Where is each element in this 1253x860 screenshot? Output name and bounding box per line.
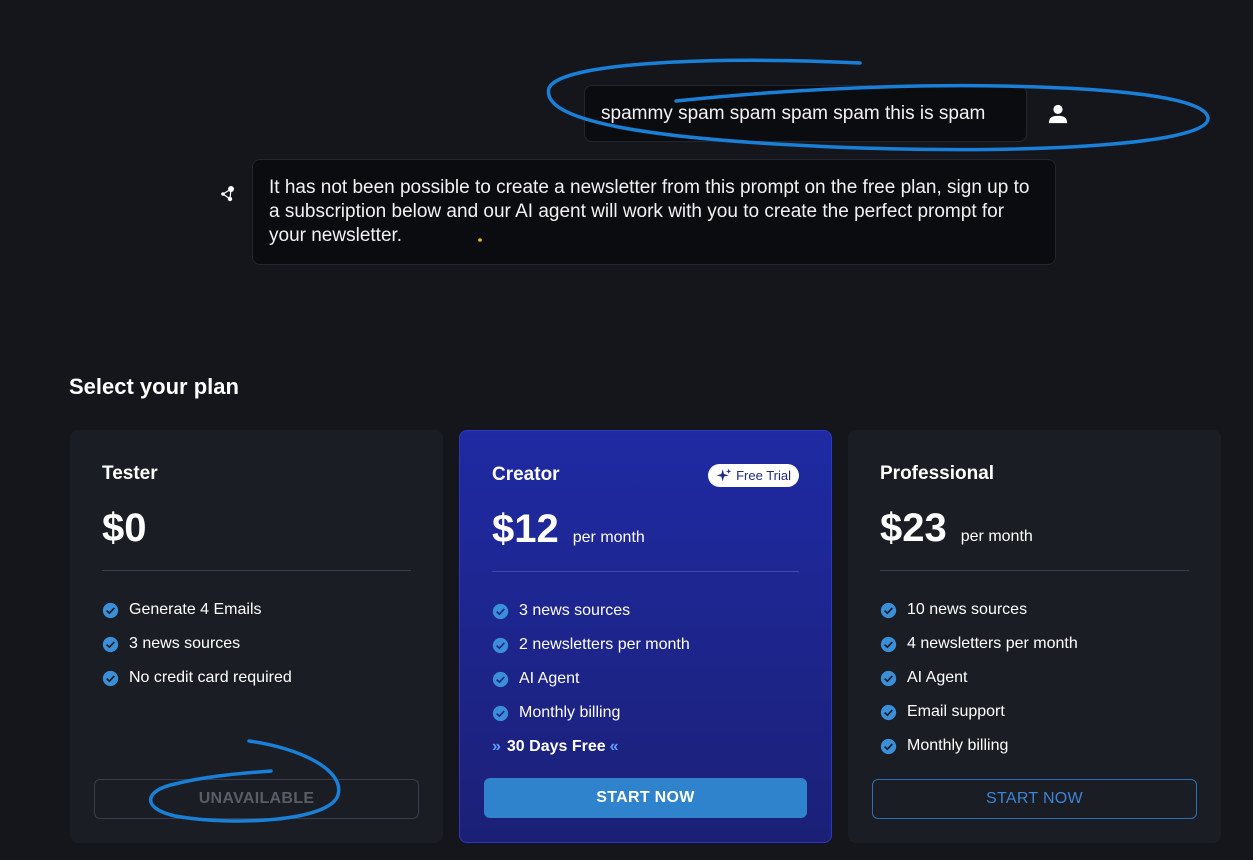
feature-item: 4 newsletters per month bbox=[880, 627, 1189, 661]
feature-item: 10 news sources bbox=[880, 593, 1189, 627]
price-row: $12 per month bbox=[492, 507, 799, 559]
feature-item: Generate 4 Emails bbox=[102, 593, 411, 627]
feature-item: 2 newsletters per month bbox=[492, 628, 799, 662]
price-row: $0 bbox=[102, 506, 411, 558]
bot-message-text: It has not been possible to create a new… bbox=[269, 177, 1030, 246]
feature-text: 3 news sources bbox=[519, 602, 631, 619]
badge-text: Free Trial bbox=[736, 468, 791, 483]
check-circle-icon bbox=[492, 671, 509, 687]
chevron-double-left-icon: « bbox=[609, 738, 619, 755]
feature-text: 4 newsletters per month bbox=[907, 635, 1078, 652]
plan-period: per month bbox=[960, 528, 1033, 545]
feature-item: Email support bbox=[880, 695, 1189, 729]
check-circle-icon bbox=[880, 704, 897, 720]
free-trial-badge: Free Trial bbox=[708, 464, 799, 487]
feature-item: AI Agent bbox=[492, 662, 799, 696]
feature-text: AI Agent bbox=[907, 669, 968, 686]
unavailable-button[interactable]: UNAVAILABLE bbox=[94, 779, 419, 819]
check-circle-icon bbox=[102, 670, 119, 686]
feature-text: Monthly billing bbox=[519, 704, 621, 721]
plan-period: per month bbox=[572, 529, 645, 546]
feature-item: 3 news sources bbox=[102, 627, 411, 661]
check-circle-icon bbox=[492, 637, 509, 653]
feature-item: 3 news sources bbox=[492, 594, 799, 628]
feature-item: Monthly billing bbox=[880, 729, 1189, 763]
plan-name: Tester bbox=[102, 463, 158, 484]
price-row: $23 per month bbox=[880, 506, 1189, 558]
feature-text: 2 newsletters per month bbox=[519, 636, 690, 653]
feature-text: Email support bbox=[907, 703, 1005, 720]
check-circle-icon bbox=[492, 603, 509, 619]
bot-message: It has not been possible to create a new… bbox=[252, 159, 1056, 265]
user-message-text: spammy spam spam spam spam this is spam bbox=[601, 102, 986, 124]
plan-price: $0 bbox=[102, 506, 147, 550]
feature-text: Monthly billing bbox=[907, 737, 1009, 754]
section-title: Select your plan bbox=[69, 374, 239, 399]
feature-list: Generate 4 Emails 3 news sources No cred… bbox=[102, 593, 411, 695]
check-circle-icon bbox=[880, 636, 897, 652]
divider bbox=[492, 571, 799, 572]
feature-list: 10 news sources 4 newsletters per month … bbox=[880, 593, 1189, 763]
feature-text: No credit card required bbox=[129, 669, 292, 686]
ai-nodes-icon bbox=[216, 182, 240, 206]
check-circle-icon bbox=[880, 602, 897, 618]
check-circle-icon bbox=[880, 670, 897, 686]
start-now-button-creator[interactable]: START NOW bbox=[484, 778, 807, 818]
check-circle-icon bbox=[102, 602, 119, 618]
plan-price: $12 bbox=[492, 507, 559, 551]
check-circle-icon bbox=[492, 705, 509, 721]
feature-item: No credit card required bbox=[102, 661, 411, 695]
plan-name: Professional bbox=[880, 463, 995, 484]
feature-text: Generate 4 Emails bbox=[129, 601, 262, 618]
feature-item: AI Agent bbox=[880, 661, 1189, 695]
feature-text: 3 news sources bbox=[129, 635, 241, 652]
page: spammy spam spam spam spam this is spam … bbox=[0, 0, 1253, 860]
check-circle-icon bbox=[880, 738, 897, 754]
plan-price: $23 bbox=[880, 506, 947, 550]
sparkle-icon bbox=[716, 468, 732, 481]
feature-list: 3 news sources 2 newsletters per month A… bbox=[492, 594, 799, 764]
user-message: spammy spam spam spam spam this is spam bbox=[584, 85, 1027, 142]
plan-card-creator: Creator Free Trial $12 per month 3 news … bbox=[459, 430, 832, 843]
start-now-button-professional[interactable]: START NOW bbox=[872, 779, 1197, 819]
check-circle-icon bbox=[102, 636, 119, 652]
feature-text: AI Agent bbox=[519, 670, 580, 687]
promo-text: 30 Days Free bbox=[506, 738, 606, 755]
plan-card-professional: Professional $23 per month 10 news sourc… bbox=[848, 430, 1221, 843]
feature-item: Monthly billing bbox=[492, 696, 799, 730]
user-icon bbox=[1044, 100, 1072, 128]
chevron-double-right-icon: » bbox=[492, 738, 501, 755]
plan-card-tester: Tester $0 Generate 4 Emails 3 news sourc… bbox=[70, 430, 443, 843]
promo-item: » 30 Days Free « bbox=[492, 730, 799, 764]
divider bbox=[880, 570, 1189, 571]
feature-text: 10 news sources bbox=[907, 601, 1028, 618]
divider bbox=[102, 570, 411, 571]
